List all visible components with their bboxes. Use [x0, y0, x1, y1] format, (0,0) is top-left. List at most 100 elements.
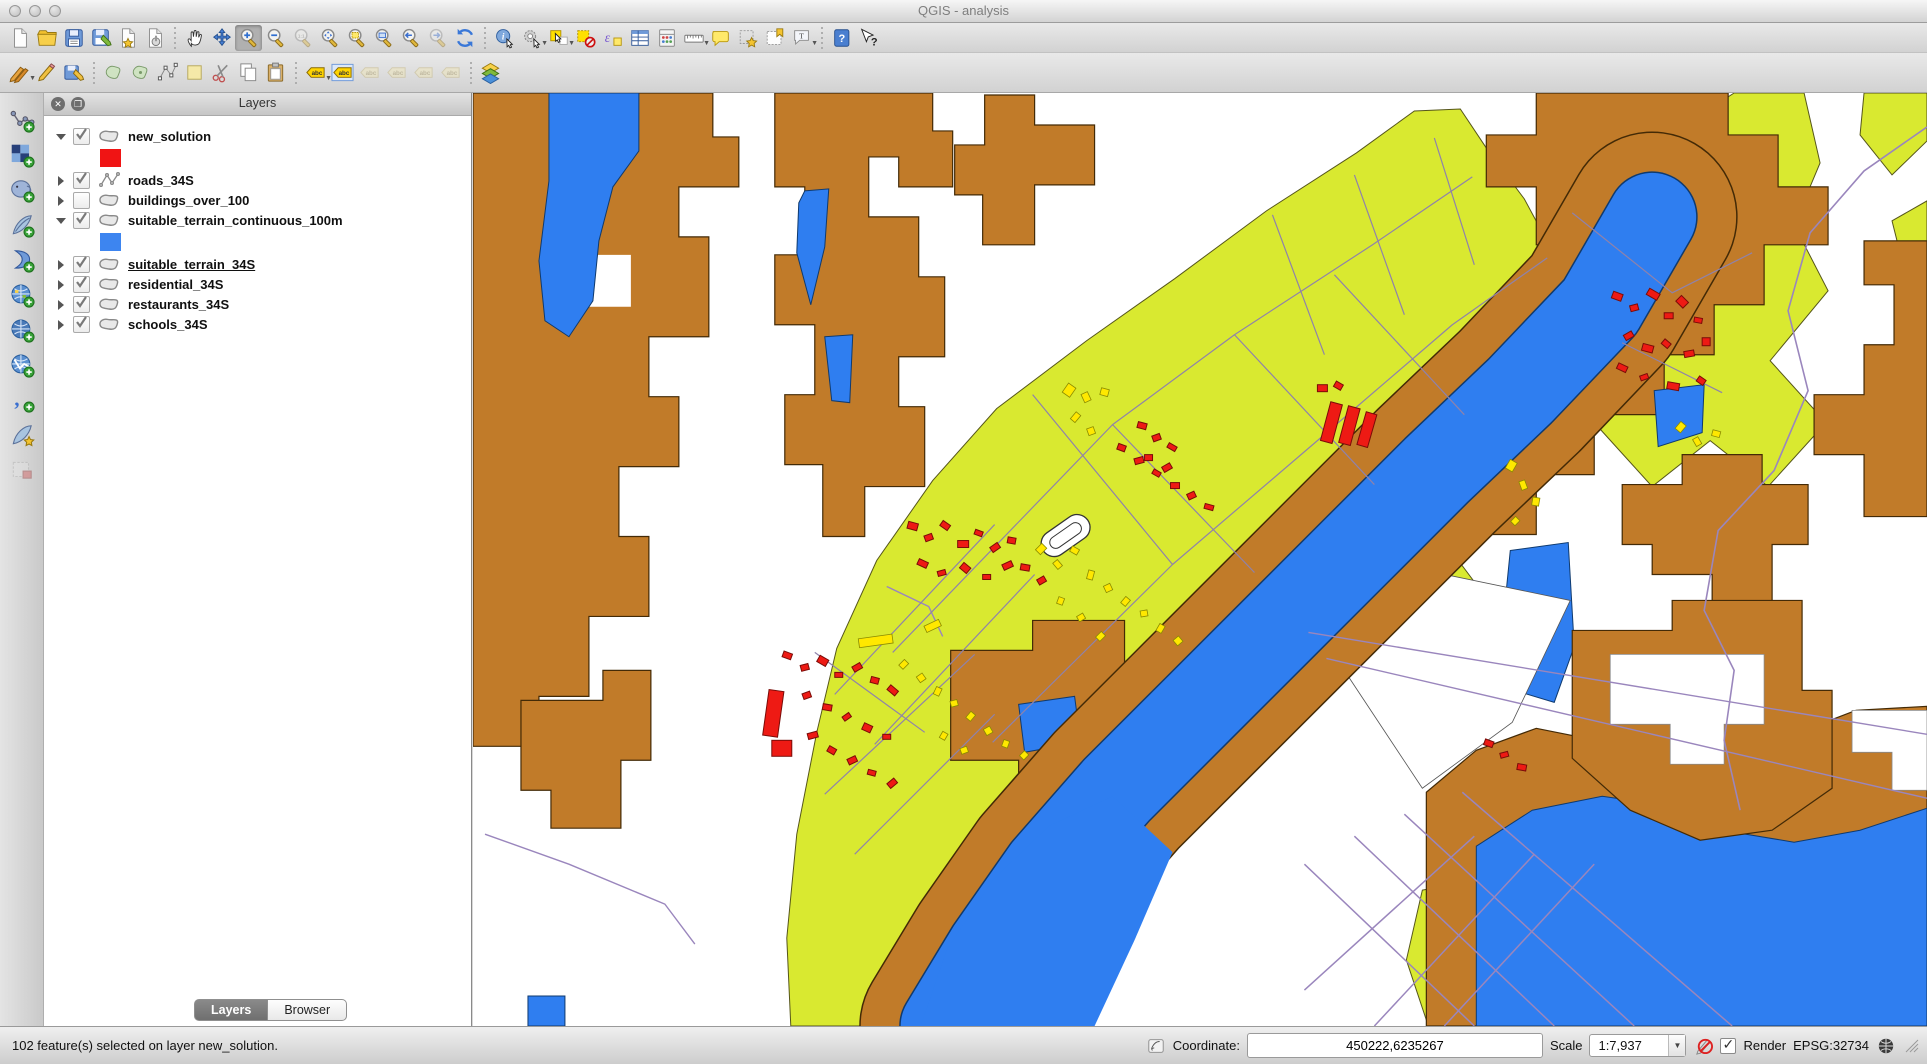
- layer-visibility-checkbox[interactable]: [73, 256, 90, 273]
- layer-name[interactable]: residential_34S: [128, 277, 223, 292]
- layer-item-roads_34S[interactable]: roads_34S: [44, 170, 471, 190]
- layer-name[interactable]: suitable_terrain_34S: [128, 257, 255, 272]
- map-tips-icon[interactable]: [707, 25, 734, 51]
- delete-selected-icon[interactable]: [181, 60, 208, 86]
- add-wcs-layer-icon[interactable]: [7, 315, 37, 344]
- expand-icon[interactable]: [54, 174, 67, 187]
- pan-map-icon[interactable]: [181, 25, 208, 51]
- save-project-icon[interactable]: [60, 25, 87, 51]
- zoom-to-layer-icon[interactable]: [370, 25, 397, 51]
- collapse-icon[interactable]: [54, 130, 67, 143]
- new-spatialite-layer-icon[interactable]: [7, 420, 37, 449]
- measure-icon[interactable]: ▼: [680, 25, 707, 51]
- building-footprint: [1684, 350, 1695, 358]
- cut-features-icon[interactable]: [208, 60, 235, 86]
- scale-combobox[interactable]: 1:7,937 ▼: [1589, 1034, 1686, 1057]
- map-canvas[interactable]: [473, 93, 1927, 1026]
- expand-icon[interactable]: [54, 318, 67, 331]
- open-project-icon[interactable]: [33, 25, 60, 51]
- zoom-last-icon[interactable]: [397, 25, 424, 51]
- layer-item-restaurants_34S[interactable]: restaurants_34S: [44, 294, 471, 314]
- save-project-as-icon[interactable]: [87, 25, 114, 51]
- zoom-to-selection-icon[interactable]: [343, 25, 370, 51]
- add-postgis-layer-icon[interactable]: [7, 175, 37, 204]
- run-feature-action-icon[interactable]: ▼: [518, 25, 545, 51]
- crs-globe-icon[interactable]: [1876, 1036, 1896, 1056]
- chevron-down-icon[interactable]: ▼: [1668, 1035, 1685, 1056]
- layer-visibility-checkbox[interactable]: [73, 276, 90, 293]
- node-tool-icon[interactable]: [154, 60, 181, 86]
- collapse-icon[interactable]: [54, 214, 67, 227]
- add-vector-layer-icon[interactable]: [7, 105, 37, 134]
- render-checkbox[interactable]: [1720, 1038, 1736, 1054]
- layers-panel-header: ✕ ❐ Layers: [44, 93, 471, 116]
- layer-name[interactable]: roads_34S: [128, 173, 194, 188]
- save-layer-edits-icon[interactable]: [60, 60, 87, 86]
- layer-item-suitable_terrain_34S[interactable]: suitable_terrain_34S: [44, 254, 471, 274]
- layer-visibility-checkbox[interactable]: [73, 192, 90, 209]
- identify-features-icon[interactable]: i: [491, 25, 518, 51]
- expand-icon[interactable]: [54, 258, 67, 271]
- zoom-full-icon[interactable]: [316, 25, 343, 51]
- layer-name[interactable]: new_solution: [128, 129, 211, 144]
- field-calculator-icon[interactable]: [653, 25, 680, 51]
- layer-visibility-checkbox[interactable]: [73, 316, 90, 333]
- layer-name[interactable]: schools_34S: [128, 317, 208, 332]
- select-by-expression-icon[interactable]: ε: [599, 25, 626, 51]
- stop-render-icon[interactable]: [1693, 1036, 1713, 1056]
- layer-item-schools_34S[interactable]: schools_34S: [44, 314, 471, 334]
- expand-icon[interactable]: [54, 298, 67, 311]
- help-icon[interactable]: ?: [828, 25, 855, 51]
- deselect-features-icon[interactable]: [572, 25, 599, 51]
- select-features-icon[interactable]: ▼: [545, 25, 572, 51]
- extents-toggle-icon[interactable]: [1146, 1036, 1166, 1056]
- add-feature-icon[interactable]: [100, 60, 127, 86]
- layer-visibility-checkbox[interactable]: [73, 296, 90, 313]
- composer-manager-icon[interactable]: [141, 25, 168, 51]
- open-attribute-table-icon[interactable]: [626, 25, 653, 51]
- paste-features-icon[interactable]: [262, 60, 289, 86]
- resize-grip[interactable]: [1905, 1039, 1919, 1053]
- copy-features-icon[interactable]: [235, 60, 262, 86]
- tab-browser[interactable]: Browser: [268, 999, 347, 1021]
- layer-name[interactable]: suitable_terrain_continuous_100m: [128, 213, 343, 228]
- add-raster-layer-icon[interactable]: [7, 140, 37, 169]
- layer-item-buildings_over_100[interactable]: buildings_over_100: [44, 190, 471, 210]
- layer-visibility-checkbox[interactable]: [73, 212, 90, 229]
- layer-name[interactable]: restaurants_34S: [128, 297, 229, 312]
- layer-item-new_solution[interactable]: new_solution: [44, 126, 471, 146]
- new-bookmark-icon[interactable]: [734, 25, 761, 51]
- layer-visibility-checkbox[interactable]: [73, 172, 90, 189]
- layer-item-suitable_terrain_continuous_100m[interactable]: suitable_terrain_continuous_100m: [44, 210, 471, 230]
- layer-color-swatch[interactable]: [100, 233, 121, 251]
- text-annotation-icon[interactable]: T▼: [788, 25, 815, 51]
- layer-name[interactable]: buildings_over_100: [128, 193, 249, 208]
- title-bar: QGIS - analysis: [0, 0, 1927, 23]
- layer-color-swatch[interactable]: [100, 149, 121, 167]
- add-delimited-text-layer-icon[interactable]: ,: [7, 385, 37, 414]
- label-pinned-icon[interactable]: abc: [329, 60, 356, 86]
- current-edits-icon[interactable]: ▼: [6, 60, 33, 86]
- add-wfs-layer-icon[interactable]: [7, 350, 37, 379]
- toggle-editing-icon[interactable]: [33, 60, 60, 86]
- new-project-icon[interactable]: [6, 25, 33, 51]
- layer-item-residential_34S[interactable]: residential_34S: [44, 274, 471, 294]
- refresh-map-icon[interactable]: [451, 25, 478, 51]
- expand-icon[interactable]: [54, 194, 67, 207]
- zoom-out-icon[interactable]: [262, 25, 289, 51]
- move-feature-icon[interactable]: [127, 60, 154, 86]
- processing-toolbox-icon[interactable]: [477, 60, 504, 86]
- tab-layers[interactable]: Layers: [194, 999, 268, 1021]
- pan-to-selection-icon[interactable]: [208, 25, 235, 51]
- labeling-icon[interactable]: abc▼: [302, 60, 329, 86]
- expand-icon[interactable]: [54, 278, 67, 291]
- zoom-in-icon[interactable]: [235, 25, 262, 51]
- add-wms-layer-icon[interactable]: [7, 280, 37, 309]
- coordinate-input[interactable]: [1247, 1033, 1543, 1058]
- layer-visibility-checkbox[interactable]: [73, 128, 90, 145]
- show-bookmarks-icon[interactable]: [761, 25, 788, 51]
- add-mssql-layer-icon[interactable]: [7, 245, 37, 274]
- add-spatialite-layer-icon[interactable]: [7, 210, 37, 239]
- new-composer-icon[interactable]: [114, 25, 141, 51]
- whats-this-icon[interactable]: ?: [855, 25, 882, 51]
